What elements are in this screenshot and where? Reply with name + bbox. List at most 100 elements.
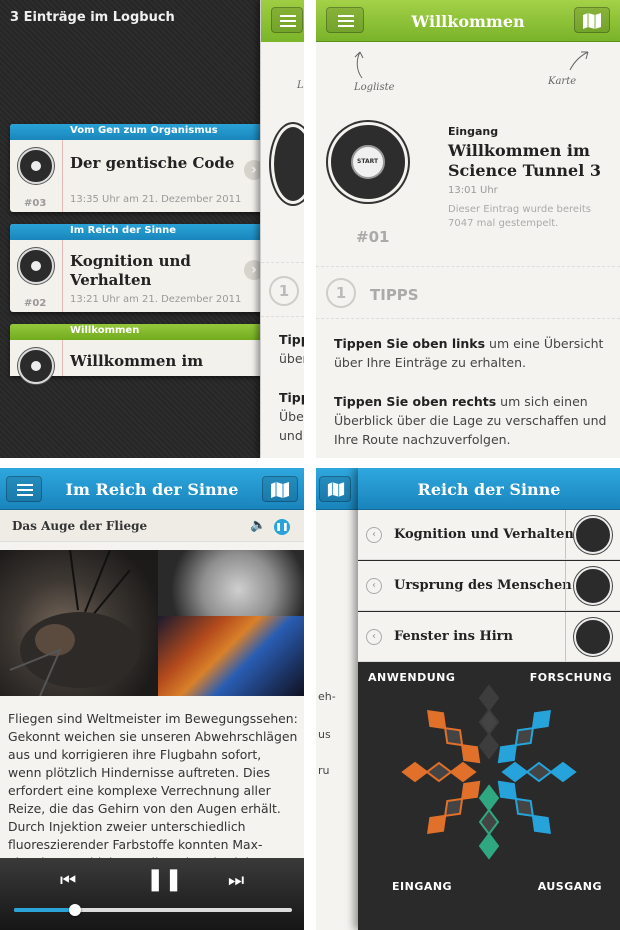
tip-fragment: über	[279, 351, 304, 366]
tip-fragment: und	[279, 428, 303, 443]
star-segment	[501, 761, 529, 783]
entry-category: Willkommen	[10, 324, 268, 340]
hint-arrow-right-icon	[569, 51, 589, 71]
star-arm	[497, 780, 551, 834]
tip-text: Tippen Sie oben links um eine Übersicht …	[334, 334, 610, 372]
tunnel-map-icon[interactable]	[389, 664, 589, 904]
fly-illustration	[9, 549, 140, 697]
page-title: Im Reich der Sinne	[65, 480, 239, 499]
tip-fragment: Übe	[279, 409, 304, 424]
divider	[261, 316, 304, 317]
menu-button[interactable]	[271, 7, 303, 33]
logbook-count: 3 Einträge im Logbuch	[10, 10, 175, 25]
menu-item[interactable]: ‹ Fenster ins Hirn	[358, 612, 620, 662]
entry-number: #02	[24, 298, 47, 309]
forward-icon[interactable]: ⏭	[228, 870, 244, 891]
map-icon	[327, 482, 345, 497]
fly-photo	[0, 549, 158, 697]
star-segment	[401, 761, 429, 783]
entry-number: #01	[356, 228, 390, 246]
entry-category: Vom Gen zum Organismus	[10, 124, 268, 140]
star-segment	[478, 784, 500, 812]
pause-button[interactable]: ❚❚	[146, 867, 183, 892]
welcome-screen: Willkommen Logliste Karte START #01 Eing…	[316, 0, 620, 458]
star-segment	[449, 761, 477, 783]
menu-item-label: Ursprung des Menschen	[394, 578, 572, 593]
star-segment	[525, 761, 553, 783]
margin-line	[565, 561, 566, 610]
star-arm	[427, 780, 481, 834]
logbook-entry[interactable]: Willkommen Willkommen im	[10, 324, 268, 384]
star-arm	[427, 710, 481, 764]
entry-time: 13:21 Uhr am 21. Dezember 2011	[70, 294, 242, 305]
star-segment	[478, 808, 500, 836]
section-header: Das Auge der Fliege 🔈 ❚❚	[0, 510, 304, 542]
entry-title: Willkommen im	[70, 352, 204, 370]
tip-bold: Tippen Sie oben links	[334, 336, 486, 351]
page-title: Willkommen	[411, 12, 525, 31]
text-fragment: eh-	[318, 690, 336, 703]
margin-line	[62, 140, 63, 212]
margin-line	[565, 612, 566, 661]
margin-line	[62, 340, 63, 376]
top-bar	[316, 468, 358, 510]
tip-fragment: Tipp	[279, 390, 304, 405]
menu-button[interactable]	[6, 476, 42, 502]
map-button[interactable]	[319, 476, 351, 502]
stamp-seal-icon	[574, 516, 612, 554]
star-arm	[478, 684, 500, 760]
menu-item-label: Kognition und Verhalten	[394, 527, 574, 542]
hamburger-icon	[338, 15, 354, 17]
entry-category: Im Reich der Sinne	[10, 224, 268, 240]
menu-item[interactable]: ‹ Ursprung des Menschen	[358, 561, 620, 611]
top-bar: Willkommen	[316, 0, 620, 42]
top-bar	[261, 0, 304, 42]
hamburger-icon	[17, 484, 33, 486]
tip-number: 1	[269, 276, 299, 306]
logbook-entry[interactable]: Vom Gen zum Organismus #03 Der gentische…	[10, 124, 268, 212]
star-segment	[478, 684, 500, 712]
stamp-seal-icon	[574, 618, 612, 656]
stamp-seal-icon	[271, 124, 304, 204]
tip-fragment: Tipp	[279, 332, 304, 347]
chevron-left-icon: ‹	[366, 527, 382, 543]
rewind-icon[interactable]: ⏮	[60, 870, 76, 891]
entry-number: #03	[24, 198, 47, 209]
progress-track[interactable]	[14, 904, 292, 916]
divider	[316, 318, 620, 319]
menu-item[interactable]: ‹ Kognition und Verhalten	[358, 510, 620, 560]
map-button[interactable]	[574, 7, 610, 33]
fluorescence-photo	[158, 616, 304, 696]
hint-logliste: Logliste	[354, 82, 395, 93]
star-arm	[501, 761, 577, 783]
entry-title: Kognition und Verhalten	[70, 252, 191, 289]
hint-fragment: L	[297, 80, 304, 91]
welcome-screen-peek[interactable]: L 1 Tipp über Tipp Übe und	[260, 0, 304, 458]
top-bar: Reich der Sinne	[358, 468, 620, 510]
logbook-screen: 3 Einträge im Logbuch Vom Gen zum Organi…	[0, 0, 304, 458]
tips-title: TIPPS	[370, 286, 419, 304]
map-button[interactable]	[262, 476, 298, 502]
star-segment	[478, 732, 500, 760]
stamp-seal-icon	[18, 148, 54, 184]
top-bar: Im Reich der Sinne	[0, 468, 304, 510]
menu-item-label: Fenster ins Hirn	[394, 629, 513, 644]
menu-button[interactable]	[326, 7, 364, 33]
hint-karte: Karte	[548, 76, 577, 87]
logbook-entry[interactable]: Im Reich der Sinne #02 Kognition und Ver…	[10, 224, 268, 312]
tip-bold: Tippen Sie oben rechts	[334, 394, 497, 409]
progress-fill	[14, 908, 76, 912]
margin-line	[62, 240, 63, 312]
stamp-seal-icon: START	[328, 122, 408, 202]
speaker-icon[interactable]: 🔈	[250, 518, 266, 533]
hint-arrow-left-icon	[354, 51, 364, 79]
map-icon	[271, 482, 289, 498]
margin-line	[565, 510, 566, 559]
tip-text: Tippen Sie oben rechts um sich einen Übe…	[334, 392, 610, 449]
pause-icon[interactable]: ❚❚	[274, 519, 290, 535]
entry-title: Willkommen im Science Tunnel 3	[448, 141, 601, 180]
station-screen: Im Reich der Sinne Das Auge der Fliege 🔈…	[0, 468, 304, 930]
star-segment	[478, 832, 500, 860]
station-menu: Reich der Sinne ‹ Kognition und Verhalte…	[358, 468, 620, 930]
progress-knob[interactable]	[69, 904, 82, 916]
